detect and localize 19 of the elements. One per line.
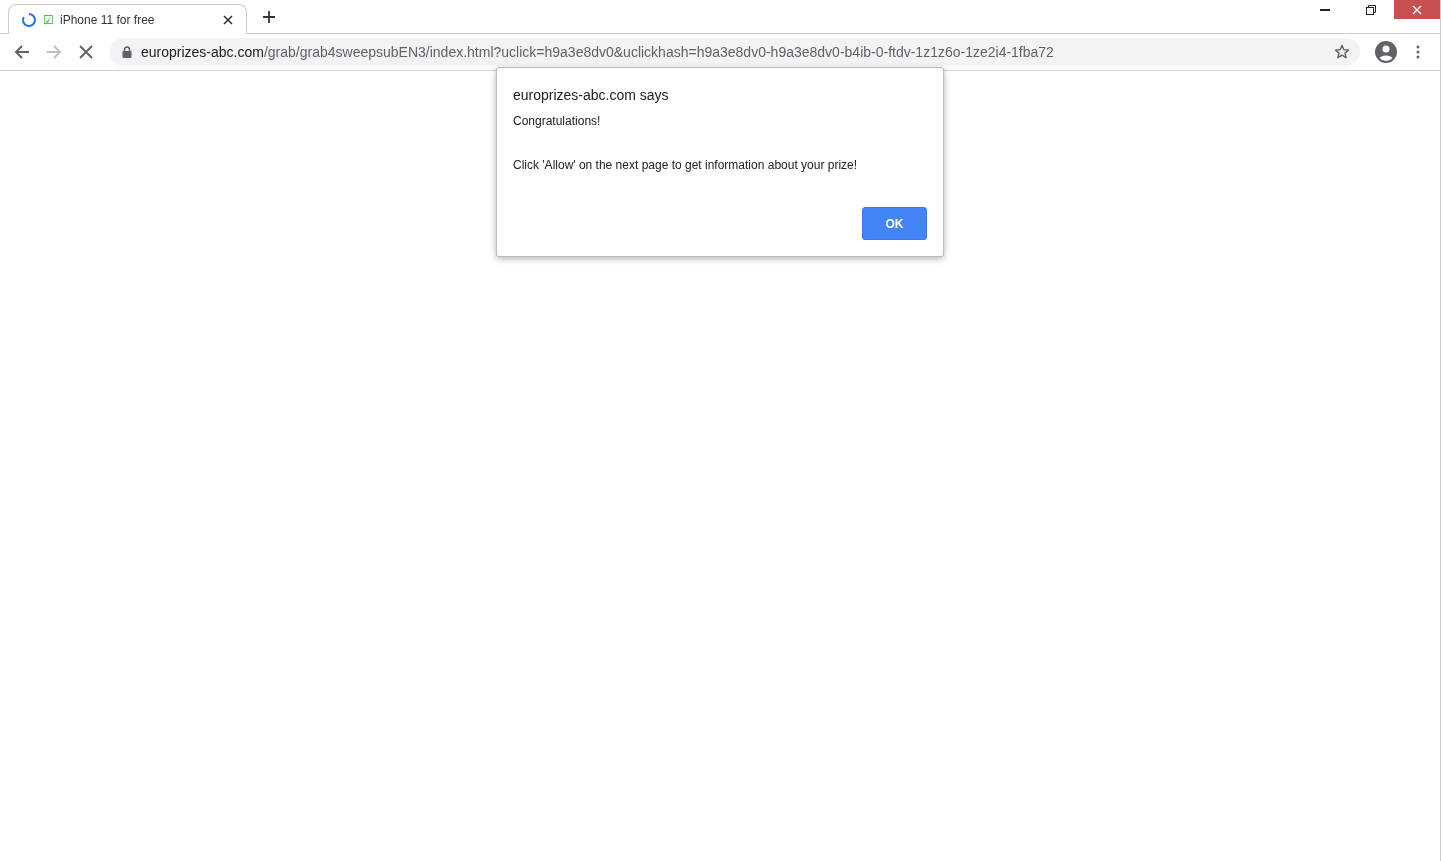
ok-button[interactable]: OK — [862, 207, 927, 240]
restore-icon[interactable] — [1366, 4, 1376, 15]
dialog-message: Click 'Allow' on the next page to get information about your prize! — [513, 157, 859, 173]
menu-icon[interactable] — [1416, 45, 1420, 59]
star-icon[interactable] — [1334, 44, 1350, 60]
new-tab-icon[interactable] — [262, 10, 276, 24]
lock-icon — [122, 46, 132, 58]
close-icon — [1412, 4, 1422, 15]
url-text: europrizes-abc.com/grab/grab4sweepsubEN3/index.html?uclick=h9a3e8dv0&uclickhash=h9a3e8dv0-h9a3e8dv0-b4ib-0-ftdv-1z1z6o-1ze2i4-1fba72 — [141, 44, 1055, 60]
dialog-message: Congratulations! — [513, 113, 602, 129]
tab-title-mark: ☑ — [43, 12, 54, 27]
stop-icon[interactable] — [79, 45, 93, 59]
dialog-title: europrizes-abc.com says — [513, 87, 670, 103]
address-bar[interactable]: europrizes-abc.com/grab/grab4sweepsubEN3/index.html?uclick=h9a3e8dv0&uclickhash=h9a3e8dv0-h9a3e8dv0-b4ib-0-ftdv-1z1z6o-1ze2i4-1fba72 — [110, 38, 1360, 66]
profile-icon[interactable] — [1375, 41, 1397, 63]
minimize-icon[interactable] — [1320, 8, 1330, 11]
back-icon[interactable] — [14, 44, 30, 60]
tab-title: iPhone 11 for free — [60, 12, 156, 27]
browser-tab[interactable]: ☑ iPhone 11 for free — [8, 4, 247, 34]
